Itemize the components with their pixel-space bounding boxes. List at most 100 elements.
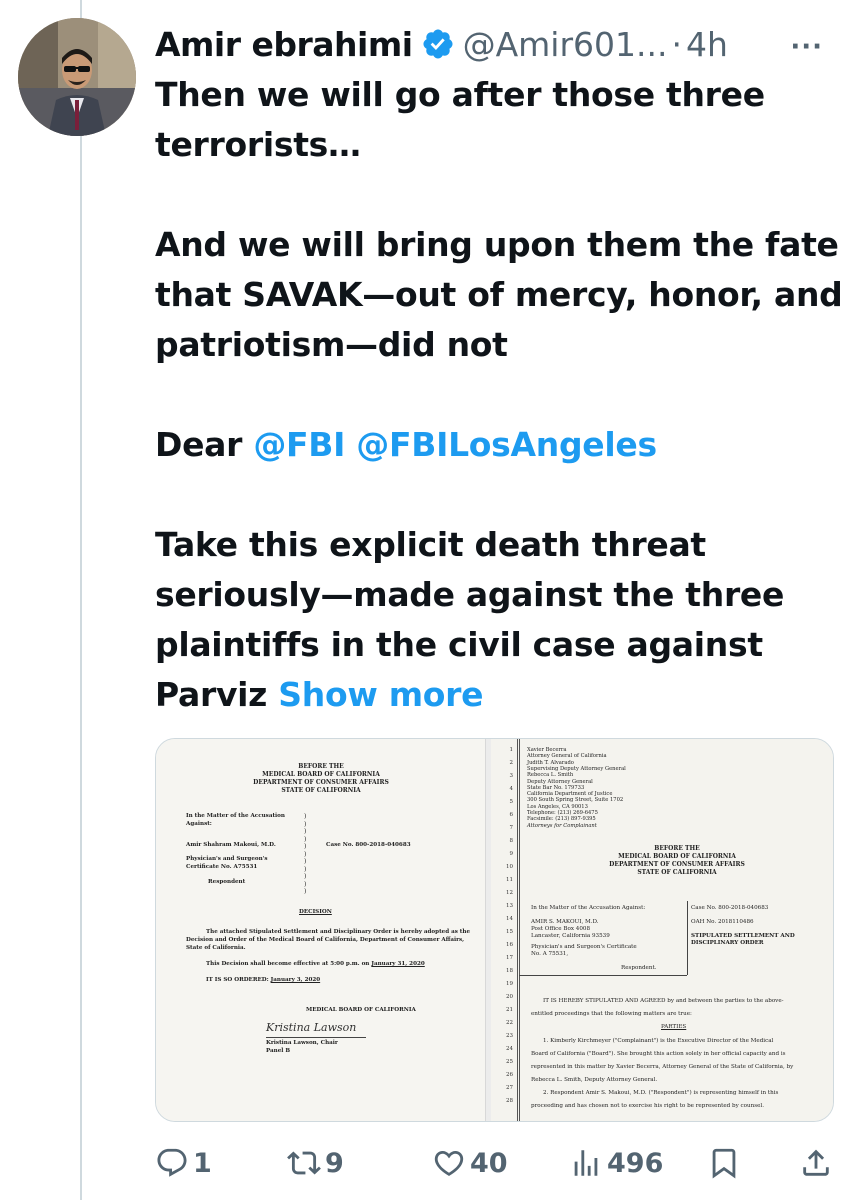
- doc-r-body-7: 2. Respondent Amir S. Makoui, M.D. ("Res…: [543, 1090, 779, 1096]
- attorney-line: Attorneys for Complainant: [527, 822, 597, 829]
- doc-ordered-prefix: IT IS SO ORDERED:: [206, 977, 271, 983]
- verified-badge-icon[interactable]: [421, 27, 455, 61]
- doc-heading-4: STATE OF CALIFORNIA: [281, 787, 361, 794]
- attorney-line: Supervising Deputy Attorney General: [527, 765, 626, 772]
- doc-r-cert-2: No. A 75531,: [531, 951, 569, 957]
- line-number: 26: [506, 1072, 513, 1078]
- doc-r-body-5: represented in this matter by Xavier Bec…: [531, 1064, 794, 1070]
- doc-r-parties: PARTIES: [661, 1024, 687, 1030]
- views-button[interactable]: 496: [569, 1138, 663, 1188]
- doc-parens: ))))))))))): [304, 813, 307, 895]
- views-count: 496: [607, 1147, 664, 1179]
- caption-divider: [687, 901, 688, 975]
- media-attachment[interactable]: BEFORE THE MEDICAL BOARD OF CALIFORNIA D…: [155, 738, 834, 1122]
- line-number: 3: [509, 773, 514, 779]
- retweet-count: 9: [325, 1147, 344, 1179]
- author-name[interactable]: Amir ebrahimi: [155, 25, 413, 64]
- mention-fbilosangeles[interactable]: @FBILosAngeles: [356, 425, 657, 464]
- signature-image: Kristina Lawson: [266, 1021, 357, 1034]
- doc-heading-2: MEDICAL BOARD OF CALIFORNIA: [262, 771, 380, 778]
- doc-r-body-8: proceeding and has chosen not to exercis…: [531, 1103, 764, 1109]
- reply-button[interactable]: 1: [155, 1138, 212, 1188]
- document-image-decision[interactable]: BEFORE THE MEDICAL BOARD OF CALIFORNIA D…: [156, 739, 486, 1121]
- line-number: 21: [506, 1007, 513, 1013]
- doc-r-body-3: 1. Kimberly Kirchmeyer ("Complainant") i…: [543, 1038, 774, 1044]
- doc-ordered: IT IS SO ORDERED: January 3, 2020: [206, 977, 320, 985]
- doc-cert-1: Physician's and Surgeon's: [186, 856, 268, 862]
- attorney-line: Deputy Attorney General: [527, 778, 593, 785]
- retweet-button[interactable]: 9: [287, 1138, 344, 1188]
- line-number: 8: [509, 838, 514, 844]
- doc-r-heading-3: DEPARTMENT OF CONSUMER AFFAIRS: [609, 861, 745, 868]
- line-number: 11: [506, 877, 513, 883]
- doc-respondent-name: Amir Shahram Makoui, M.D.: [186, 842, 276, 848]
- like-button[interactable]: 40: [432, 1138, 508, 1188]
- author-handle[interactable]: @Amir601...: [463, 25, 668, 64]
- signature-line: [266, 1037, 366, 1038]
- doc-r-heading-1: BEFORE THE: [654, 845, 700, 852]
- doc-decision-3: State of California.: [186, 945, 246, 951]
- line-number: 2: [509, 760, 514, 766]
- line-number: 23: [506, 1033, 513, 1039]
- doc-decision-title: DECISION: [299, 909, 332, 915]
- tweet-paragraph-2: And we will bring upon them the fate tha…: [155, 225, 843, 364]
- views-chart-icon: [574, 1150, 598, 1176]
- avatar-photo: [18, 18, 136, 136]
- doc-r-body-1: IT IS HEREBY STIPULATED AND AGREED by an…: [543, 998, 784, 1004]
- doc-r-heading-2: MEDICAL BOARD OF CALIFORNIA: [618, 853, 736, 860]
- doc-r-respondent-label: Respondent.: [621, 965, 657, 971]
- doc-cert-2: Certificate No. A75531: [186, 864, 258, 870]
- attorney-line: Judith T. Alvarado: [527, 759, 574, 766]
- attorney-line: Rebecca L. Smith: [527, 772, 574, 779]
- line-number: 9: [509, 851, 514, 857]
- line-number: 28: [506, 1098, 513, 1104]
- line-number: 1: [509, 747, 514, 753]
- doc-r-case-no: Case No. 800-2018-040683: [691, 905, 769, 911]
- doc-margin-line-2: [519, 739, 520, 1121]
- doc-board-sign: MEDICAL BOARD OF CALIFORNIA: [306, 1007, 416, 1013]
- doc-signer-2: Panel B: [266, 1048, 291, 1054]
- line-number: 15: [506, 929, 513, 935]
- timestamp[interactable]: 4h: [686, 25, 728, 64]
- doc-heading-1: BEFORE THE: [298, 763, 344, 770]
- doc-decision-1: The attached Stipulated Settlement and D…: [206, 929, 471, 935]
- line-number: 10: [506, 864, 513, 870]
- share-button[interactable]: [799, 1138, 833, 1188]
- tweet-paragraph-4: Take this explicit death threat seriousl…: [155, 520, 845, 720]
- reply-count: 1: [193, 1147, 212, 1179]
- doc-effective: This Decision shall become effective at …: [206, 961, 425, 969]
- thread-line: [80, 0, 82, 1200]
- line-number: 7: [509, 825, 514, 831]
- doc-effective-prefix: This Decision shall become effective at …: [206, 961, 372, 967]
- retweet-icon: [287, 1151, 321, 1175]
- doc-r-body-6: Rebecca L. Smith, Deputy Attorney Genera…: [531, 1077, 658, 1083]
- doc-r-stip-2: DISCIPLINARY ORDER: [691, 940, 764, 946]
- line-number: 19: [506, 981, 513, 987]
- document-image-stipulation[interactable]: 1 2 3 4 5 6 7 8 9 10 11 12 13 14 15 16 17 18 19 20 21 22 23 24 2…: [491, 739, 833, 1121]
- show-more-link[interactable]: Show more: [278, 675, 483, 714]
- tweet-text: Then we will go after those three terror…: [155, 70, 845, 720]
- attorney-line: Attorney General of California: [527, 753, 607, 760]
- action-bar: 1 9 40 496: [155, 1138, 845, 1188]
- avatar[interactable]: [18, 18, 136, 136]
- doc-r-heading-4: STATE OF CALIFORNIA: [637, 869, 717, 876]
- doc-respondent-label: Respondent: [208, 879, 246, 885]
- doc-matter-1: In the Matter of the Accusation: [186, 813, 285, 819]
- doc-case-no: Case No. 800-2018-040683: [326, 842, 411, 848]
- line-number: 17: [506, 955, 513, 961]
- line-number: 14: [506, 916, 513, 922]
- line-number: 22: [506, 1020, 513, 1026]
- doc-r-oah-no: OAH No. 2018110486: [691, 919, 754, 925]
- doc-decision-2: Decision and Order of the Medical Board …: [186, 937, 465, 943]
- doc-matter-2: Against:: [186, 821, 212, 827]
- doc-r-resp-3: Lancaster, California 93539: [531, 933, 610, 939]
- more-options-icon[interactable]: ···: [790, 32, 823, 62]
- mention-fbi[interactable]: @FBI: [253, 425, 345, 464]
- bookmark-icon: [712, 1148, 736, 1179]
- attorney-line: Facsimile: (213) 897-9395: [527, 816, 596, 823]
- reply-icon: [157, 1148, 187, 1177]
- line-number: 27: [506, 1085, 513, 1091]
- bookmark-button[interactable]: [707, 1138, 741, 1188]
- like-count: 40: [470, 1147, 508, 1179]
- line-number: 18: [506, 968, 513, 974]
